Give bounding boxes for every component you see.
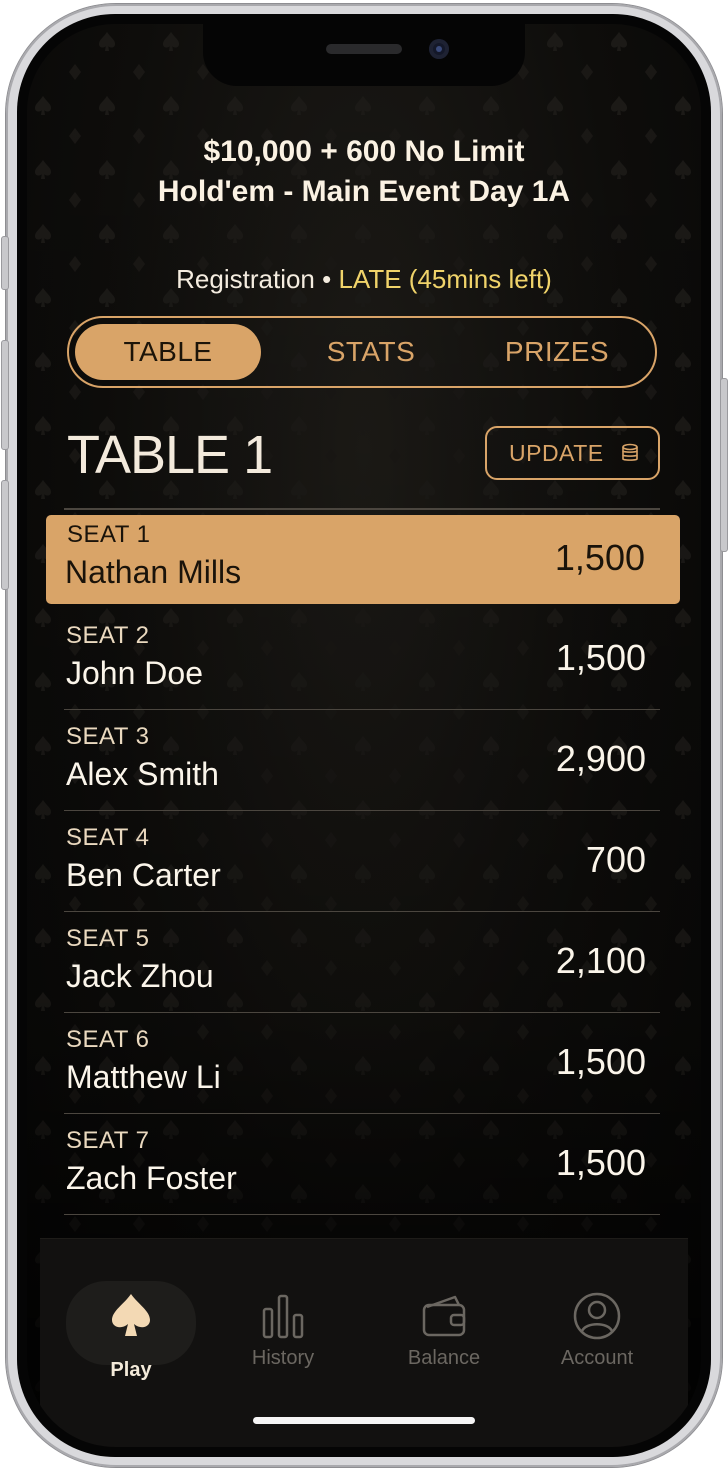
home-indicator[interactable] — [253, 1417, 475, 1424]
user-circle-icon — [573, 1292, 621, 1340]
chip-count: 700 — [585, 839, 646, 880]
spade-icon — [112, 1294, 150, 1336]
front-camera — [429, 39, 449, 59]
chip-count: 1,500 — [555, 1142, 646, 1183]
event-title-line1: $10,000 + 600 No Limit — [203, 135, 525, 168]
speaker-grille — [326, 44, 402, 54]
chip-count: 1,500 — [554, 537, 645, 578]
segmented-tabs: TABLE STATS PRIZES — [67, 316, 657, 388]
notch — [203, 24, 525, 86]
chip-count: 1,500 — [555, 1041, 646, 1082]
bullet-separator: • — [322, 264, 332, 294]
player-name: John Doe — [66, 655, 203, 691]
seat-row-7[interactable]: SEAT 7 Zach Foster 1,500 — [64, 1114, 660, 1215]
event-title: $10,000 + 600 No Limit Hold'em - Main Ev… — [27, 132, 701, 212]
power-button — [720, 378, 728, 552]
tab-stats[interactable]: STATS — [281, 324, 461, 380]
seat-row-4[interactable]: SEAT 4 Ben Carter 700 — [64, 811, 660, 912]
registration-label: Registration — [176, 264, 315, 294]
late-registration-badge: LATE (45mins left) — [338, 264, 552, 294]
player-name: Ben Carter — [66, 857, 221, 893]
player-name: Jack Zhou — [66, 958, 214, 994]
player-name: Matthew Li — [66, 1059, 221, 1095]
chip-count: 2,100 — [555, 940, 646, 981]
nav-history-label: History — [251, 1347, 315, 1369]
player-name: Nathan Mills — [65, 554, 242, 590]
tab-table[interactable]: TABLE — [75, 324, 261, 380]
chip-count: 1,500 — [555, 637, 646, 678]
nav-history[interactable]: History — [218, 1281, 348, 1371]
player-name: Zach Foster — [66, 1160, 237, 1196]
event-title-line2: Hold'em - Main Event Day 1A — [157, 175, 571, 208]
seat-number: SEAT 1 — [67, 521, 151, 548]
chip-count: 2,900 — [555, 738, 646, 779]
volume-down-button — [1, 480, 9, 590]
seat-row-1[interactable]: SEAT 1 Nathan Mills 1,500 — [46, 515, 680, 604]
update-button-label: UPDATE — [509, 440, 604, 466]
nav-balance[interactable]: Balance — [379, 1281, 509, 1371]
update-button[interactable]: UPDATE — [485, 426, 660, 480]
seat-number: SEAT 2 — [66, 622, 150, 649]
coins-icon — [622, 443, 638, 461]
nav-balance-label: Balance — [407, 1347, 481, 1369]
nav-play-label: Play — [110, 1359, 152, 1381]
seat-number: SEAT 6 — [66, 1026, 150, 1053]
nav-account[interactable]: Account — [532, 1281, 662, 1371]
app-screen: $10,000 + 600 No Limit Hold'em - Main Ev… — [27, 24, 701, 1447]
bar-chart-icon — [262, 1294, 304, 1339]
seat-row-5[interactable]: SEAT 5 Jack Zhou 2,100 — [64, 912, 660, 1013]
player-name: Alex Smith — [66, 756, 219, 792]
seat-row-2[interactable]: SEAT 2 John Doe 1,500 — [64, 609, 660, 710]
wallet-icon — [422, 1295, 466, 1337]
nav-account-label: Account — [560, 1347, 634, 1369]
volume-up-button — [1, 340, 9, 450]
bottom-tab-bar: Play History Balance Account — [40, 1238, 688, 1447]
seat-number: SEAT 4 — [66, 824, 150, 851]
seat-row-6[interactable]: SEAT 6 Matthew Li 1,500 — [64, 1013, 660, 1114]
registration-status: Registration • LATE (45mins left) — [27, 264, 701, 295]
nav-play[interactable]: Play — [66, 1281, 196, 1381]
seat-number: SEAT 3 — [66, 723, 150, 750]
seat-number: SEAT 5 — [66, 925, 150, 952]
row-divider — [64, 1213, 660, 1215]
seat-row-3[interactable]: SEAT 3 Alex Smith 2,900 — [64, 710, 660, 811]
table-title: TABLE 1 — [67, 425, 273, 485]
seat-number: SEAT 7 — [66, 1127, 150, 1154]
tab-prizes[interactable]: PRIZES — [467, 324, 647, 380]
mute-switch — [1, 236, 9, 290]
